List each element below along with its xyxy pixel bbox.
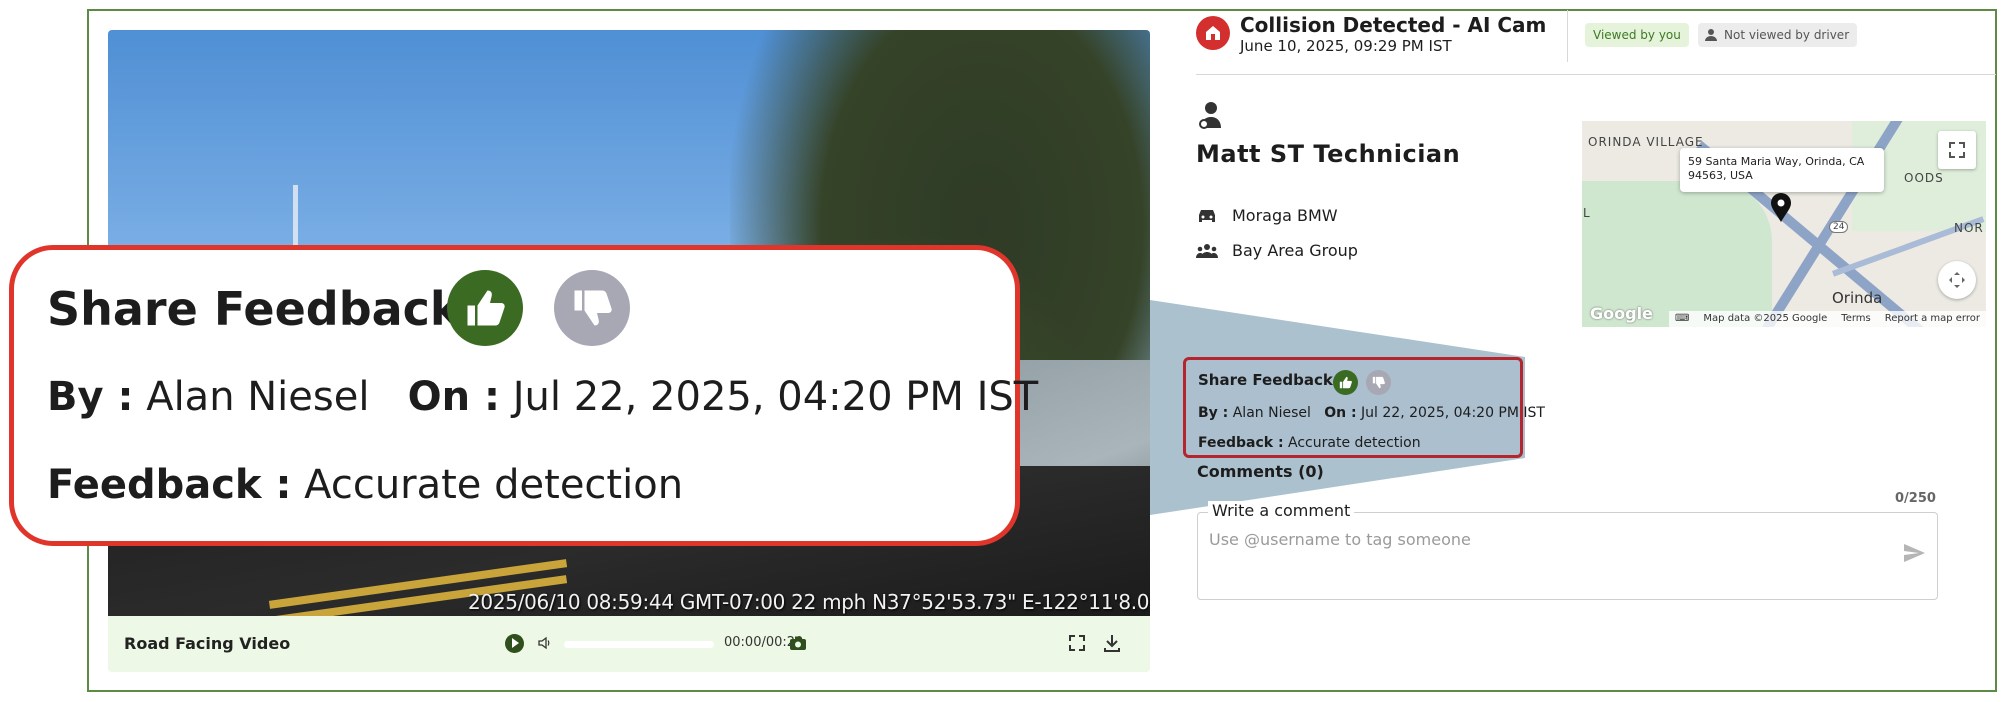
send-icon[interactable] (1902, 541, 1926, 565)
map-label: L (1583, 206, 1591, 220)
feedback-author: Alan Niesel (1232, 405, 1311, 421)
callout-feedback-line: Feedback : Accurate detection (47, 462, 683, 508)
map-fullscreen-button[interactable] (1938, 131, 1976, 169)
feedback-text-line: Feedback : Accurate detection (1198, 435, 1421, 451)
map-label: ORINDA VILLAGE (1588, 135, 1704, 149)
map-label: NOR (1954, 221, 1984, 235)
vehicle-name: Moraga BMW (1232, 206, 1338, 225)
comment-char-counter: 0/250 (1895, 491, 1936, 506)
comment-input[interactable] (1209, 530, 1889, 549)
callout-feedback-date: Jul 22, 2025, 04:20 PM IST (512, 374, 1039, 420)
video-telemetry-overlay: 2025/06/10 08:59:44 GMT-07:00 22 mph N37… (468, 590, 1150, 614)
viewed-by-you-badge: Viewed by you (1585, 23, 1689, 47)
not-viewed-label: Not viewed by driver (1724, 28, 1850, 42)
car-icon (1199, 209, 1215, 222)
feedback-date: Jul 22, 2025, 04:20 PM IST (1361, 405, 1545, 421)
thumbs-up-icon (467, 290, 505, 326)
feedback-author-line: By : Alan Niesel On : Jul 22, 2025, 04:2… (1198, 405, 1545, 421)
thumbs-down-button[interactable] (1366, 370, 1391, 395)
thumbs-up-button[interactable] (1333, 370, 1358, 395)
play-icon (504, 633, 524, 653)
driver-small-icon (1705, 29, 1717, 41)
volume-icon[interactable] (533, 631, 557, 655)
fullscreen-icon (1949, 142, 1965, 158)
map-data-credit: Map data ©2025 Google (1703, 313, 1828, 324)
map-address-popup: 59 Santa Maria Way, Orinda, CA 94563, US… (1680, 148, 1884, 192)
vehicle-row: Moraga BMW (1196, 206, 1338, 225)
snapshot-camera-icon[interactable] (786, 631, 810, 655)
feedback-zoom-callout: Share Feedback By : Alan Niesel On : Jul… (9, 245, 1038, 546)
map-label: Orinda (1832, 289, 1883, 307)
map-attribution: ⌨ Map data ©2025 Google Terms Report a m… (1668, 311, 1986, 327)
share-feedback-title: Share Feedback (1198, 371, 1333, 389)
callout-feedback-author: Alan Niesel (146, 374, 370, 420)
share-feedback-panel: Share Feedback By : Alan Niesel On : Jul… (1183, 357, 1545, 458)
header-divider (1567, 10, 1568, 62)
group-name: Bay Area Group (1232, 241, 1358, 260)
callout-feedback-label: Feedback : (47, 462, 292, 508)
event-title: Collision Detected - AI Cam (1240, 13, 1547, 37)
download-icon[interactable] (1100, 631, 1124, 655)
comment-field-legend: Write a comment (1208, 501, 1355, 520)
thumbs-down-icon (1372, 376, 1385, 389)
location-map[interactable]: ORINDA VILLAGE OODS NOR L Orinda 24 59 S… (1582, 121, 1986, 327)
video-progress-bar[interactable] (564, 641, 714, 648)
callout-share-feedback-title: Share Feedback (47, 282, 461, 336)
video-label: Road Facing Video (124, 634, 291, 653)
by-label: By : (1198, 405, 1229, 421)
not-viewed-by-driver-badge: Not viewed by driver (1698, 23, 1858, 47)
on-label: On : (1324, 405, 1357, 421)
report-map-error-link[interactable]: Report a map error (1885, 313, 1980, 325)
map-camera-control-button[interactable] (1938, 261, 1976, 299)
group-icon (1196, 243, 1218, 258)
driver-icon (1196, 100, 1226, 130)
group-row: Bay Area Group (1196, 241, 1358, 260)
comments-title: Comments (0) (1197, 462, 1324, 481)
fullscreen-icon[interactable] (1065, 631, 1089, 655)
map-pin-icon[interactable] (1770, 193, 1792, 223)
keyboard-icon[interactable]: ⌨ (1675, 313, 1689, 325)
feedback-label: Feedback : (1198, 435, 1284, 451)
play-button[interactable] (502, 631, 526, 655)
comment-textarea[interactable] (1197, 512, 1938, 600)
route-shield: 24 (1829, 221, 1849, 233)
map-label: OODS (1904, 171, 1944, 185)
callout-on-label: On : (407, 374, 501, 420)
terms-link[interactable]: Terms (1841, 313, 1870, 325)
video-controls-bar: Road Facing Video 00:00/00:20 (108, 616, 1150, 672)
thumbs-down-icon (574, 290, 612, 326)
driver-name: Matt ST Technician (1196, 140, 1461, 168)
section-divider (1196, 74, 1996, 75)
callout-author-line: By : Alan Niesel On : Jul 22, 2025, 04:2… (47, 374, 1038, 420)
event-datetime: June 10, 2025, 09:29 PM IST (1240, 37, 1452, 55)
pan-control-icon (1949, 272, 1965, 288)
collision-alert-icon (1196, 16, 1230, 50)
thumbs-up-icon (1339, 376, 1352, 389)
feedback-text: Accurate detection (1288, 435, 1421, 451)
callout-thumbs-up-button[interactable] (447, 270, 523, 346)
google-logo: Google (1590, 304, 1653, 323)
callout-thumbs-down-button[interactable] (554, 270, 630, 346)
callout-by-label: By : (47, 374, 134, 420)
callout-feedback-text: Accurate detection (304, 462, 684, 508)
